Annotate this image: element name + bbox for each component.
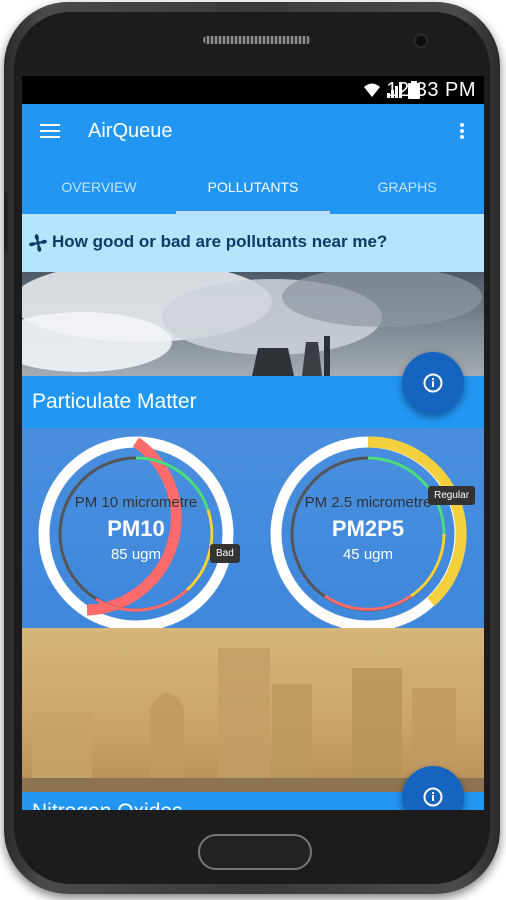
particulate-title: Particulate Matter <box>32 390 197 413</box>
pm10-name: PM10 <box>107 516 165 541</box>
earpiece-speaker <box>203 36 311 44</box>
wifi-icon <box>364 83 380 97</box>
pm10-value: 85 ugm <box>110 546 162 563</box>
particulate-info-button[interactable] <box>402 352 464 414</box>
pm25-name: PM2P5 <box>331 516 405 541</box>
app-bar: AirQueue <box>22 104 484 160</box>
side-button <box>4 192 8 252</box>
app-screen: 12:33 PM AirQueue OVERVIEW POLLUTANTS GR… <box>22 76 484 810</box>
tab-pollutants[interactable]: POLLUTANTS <box>176 160 330 214</box>
info-icon <box>423 787 443 807</box>
status-clock: 12:33 PM <box>386 79 476 101</box>
tab-bar: OVERVIEW POLLUTANTS GRAPHS <box>22 160 484 214</box>
pm25-gauge[interactable]: PM 2.5 micrometre PM2P5 45 ugm Regular <box>268 434 476 634</box>
pm25-value: 45 ugm <box>342 546 394 563</box>
question-banner: How good or bad are pollutants near me? <box>22 214 484 272</box>
app-title: AirQueue <box>88 120 173 142</box>
front-camera <box>414 34 428 48</box>
more-options-icon[interactable] <box>460 123 464 141</box>
pm10-subtitle: PM 10 micrometre <box>74 494 198 511</box>
fan-icon <box>29 234 47 252</box>
home-button[interactable] <box>198 834 312 870</box>
smog-city-image <box>22 628 484 792</box>
status-bar: 12:33 PM <box>22 76 484 104</box>
pm25-status-badge: Regular <box>428 486 476 505</box>
gauge-panel: PM 10 micrometre PM10 85 ugm Bad PM 2.5 … <box>22 428 484 632</box>
nitrogen-title: Nitrogen Oxides <box>32 800 183 810</box>
tab-graphs[interactable]: GRAPHS <box>330 160 484 214</box>
pm10-status-badge: Bad <box>210 544 240 563</box>
menu-icon[interactable] <box>40 124 60 138</box>
tab-overview[interactable]: OVERVIEW <box>22 160 176 214</box>
info-icon <box>423 373 443 393</box>
question-text: How good or bad are pollutants near me? <box>52 232 388 251</box>
pm10-gauge[interactable]: PM 10 micrometre PM10 85 ugm Bad <box>36 434 240 634</box>
